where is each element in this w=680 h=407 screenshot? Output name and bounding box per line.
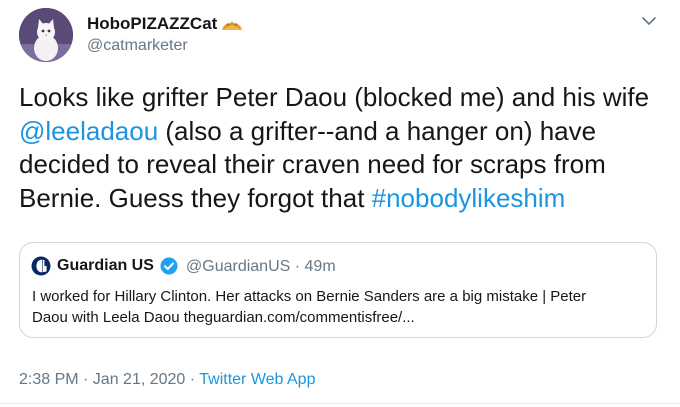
timestamp-link[interactable]: 2:38 PM · Jan 21, 2020 <box>19 371 185 388</box>
quoted-time: 49m <box>304 258 336 275</box>
chevron-down-icon[interactable] <box>640 12 658 30</box>
author-name-text: HoboPIZAZZCat <box>87 14 218 33</box>
author-handle[interactable]: @catmarketer <box>87 37 188 55</box>
taco-emoji-icon <box>221 16 243 37</box>
separator-dot: · <box>290 258 305 275</box>
tweet-card: HoboPIZAZZCat @catmarketer Looks like gr… <box>0 0 680 407</box>
verified-badge-icon <box>160 257 178 275</box>
quoted-meta: @GuardianUS · 49m <box>186 258 336 276</box>
quoted-handle: @GuardianUS <box>186 258 291 275</box>
cat-avatar-image <box>19 8 73 62</box>
divider <box>0 403 680 404</box>
hashtag-link[interactable]: #nobodylikeshim <box>372 183 566 213</box>
tweet-text-line: Bernie. Guess they forgot that #nobodyli… <box>19 182 669 216</box>
tweet-text: Looks like grifter Peter Daou (blocked m… <box>19 81 669 215</box>
tweet-text-segment: Bernie. Guess they forgot that <box>19 182 372 213</box>
quoted-tweet[interactable]: Guardian US @GuardianUS · 49m I worked f… <box>19 242 657 338</box>
quoted-text: I worked for Hillary Clinton. Her attack… <box>32 286 652 328</box>
tweet-text-line: @leeladaou (also a grifter--and a hanger… <box>19 115 669 149</box>
quoted-text-line: Daou with Leela Daou theguardian.com/com… <box>32 309 415 326</box>
tweet-text-segment: (also a grifter--and a hanger on) have <box>158 115 597 146</box>
mention-link[interactable]: @leeladaou <box>19 116 158 146</box>
quoted-author-name: Guardian US <box>57 257 154 274</box>
tweet-text-line: decided to reveal their craven need for … <box>19 149 606 179</box>
quoted-text-line: I worked for Hillary Clinton. Her attack… <box>32 288 587 305</box>
separator-dot: · <box>185 371 200 388</box>
guardian-logo-icon <box>31 256 51 276</box>
tweet-text-line: Looks like grifter Peter Daou (blocked m… <box>19 82 650 112</box>
tweet-meta: 2:38 PM · Jan 21, 2020 · Twitter Web App <box>19 371 315 389</box>
author-display-name[interactable]: HoboPIZAZZCat <box>87 14 243 37</box>
avatar[interactable] <box>19 8 73 62</box>
source-link[interactable]: Twitter Web App <box>199 371 315 388</box>
